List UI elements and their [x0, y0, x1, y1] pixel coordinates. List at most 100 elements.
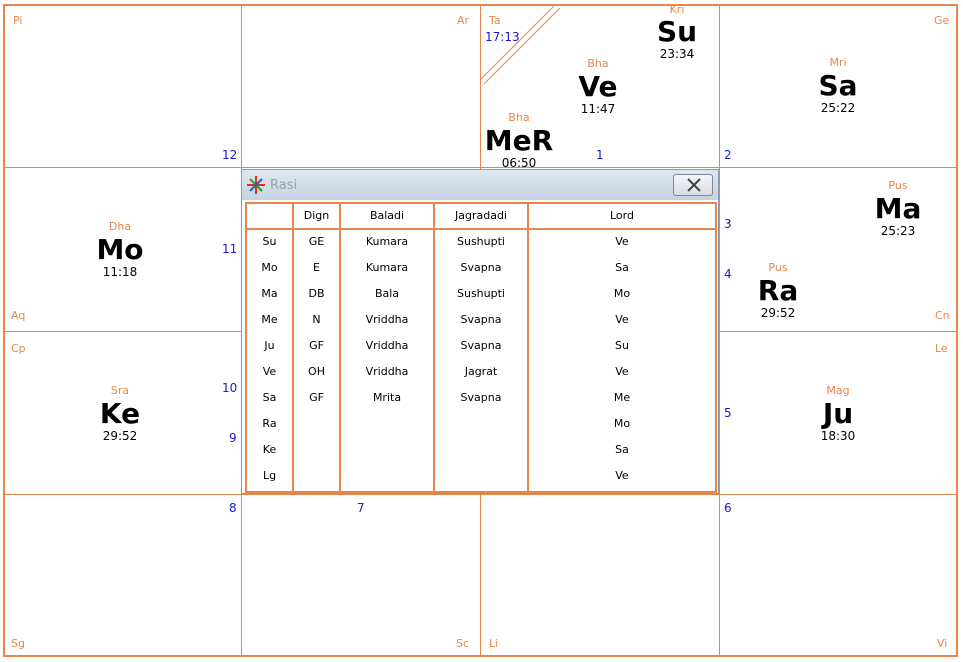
degree-mer: 06:50: [501, 156, 537, 170]
table-cell-dignity: GE: [308, 235, 325, 248]
grid-line: [719, 331, 958, 332]
table-cell-planet: Ra: [262, 417, 277, 430]
table-cell-planet: Su: [262, 235, 277, 248]
degree-su: 23:34: [659, 47, 695, 61]
table-cell-lord: Mo: [613, 287, 631, 300]
degree-ra: 29:52: [760, 306, 796, 320]
table-cell-lord: Ve: [615, 365, 629, 378]
column-header-baladi[interactable]: Baladi: [341, 209, 433, 222]
grid-line: [241, 167, 719, 168]
house-number-3: 3: [724, 217, 732, 231]
table-cell-planet: Mo: [261, 261, 278, 274]
planet-ma[interactable]: Ma: [853, 192, 943, 225]
sign-label-le: Le: [935, 342, 948, 355]
house-number-4: 4: [724, 267, 732, 281]
table-cell-dignity: GF: [309, 391, 324, 404]
dialog-title: Rasi: [270, 178, 298, 193]
table-cell-jagradadi: Jagrat: [464, 365, 498, 378]
planet-mo[interactable]: Mo: [75, 233, 165, 266]
planet-ve[interactable]: Ve: [553, 70, 643, 103]
table-cell-lord: Ve: [615, 469, 629, 482]
nakshatra-ve: Bha: [587, 57, 609, 70]
dialog-titlebar[interactable]: Rasi: [242, 170, 718, 200]
planet-su[interactable]: Su: [632, 15, 722, 48]
degree-ma: 25:23: [880, 224, 916, 238]
sign-label-ge: Ge: [934, 14, 950, 27]
table-cell-baladi: Vriddha: [365, 339, 409, 352]
table-cell-dignity: N: [312, 313, 321, 326]
nakshatra-ju: Mag: [826, 384, 850, 397]
planet-ke[interactable]: Ke: [75, 397, 165, 430]
table-cell-baladi: Vriddha: [365, 313, 409, 326]
table-cell-lord: Ve: [615, 235, 629, 248]
degree-ke: 29:52: [102, 429, 138, 443]
rasi-table: Dign Baladi Jagradadi Lord Su GE Kumara Sushupt…: [245, 202, 717, 493]
table-cell-planet: Ma: [261, 287, 278, 300]
planet-sa[interactable]: Sa: [793, 69, 883, 102]
grid-line: [3, 167, 241, 168]
nakshatra-mo: Dha: [108, 220, 132, 233]
sign-label-sg: Sg: [11, 637, 25, 650]
planet-mer[interactable]: MeR: [474, 124, 564, 157]
sign-label-sc: Sc: [456, 637, 470, 650]
table-cell-planet: Ju: [264, 339, 275, 352]
sign-label-pi: Pi: [13, 14, 23, 27]
degree-mo: 11:18: [102, 265, 138, 279]
sign-label-cn: Cn: [935, 309, 950, 322]
column-header-lord[interactable]: Lord: [529, 209, 715, 222]
table-cell-jagradadi: Svapna: [460, 261, 502, 274]
degree-ju: 18:30: [820, 429, 856, 443]
nakshatra-sa: Mri: [829, 56, 847, 69]
house-number-5: 5: [724, 406, 732, 420]
table-cell-jagradadi: Sushupti: [457, 287, 505, 300]
sign-label-aq: Aq: [11, 309, 26, 322]
nakshatra-mer: Bha: [508, 111, 530, 124]
close-button[interactable]: [673, 174, 713, 196]
house-number-12: 12: [222, 148, 238, 162]
table-cell-planet: Sa: [262, 391, 277, 404]
table-cell-dignity: E: [313, 261, 320, 274]
grid-line: [3, 331, 241, 332]
house-number-6: 6: [724, 501, 732, 515]
app-cross-icon: [247, 176, 265, 194]
rasi-dialog: Rasi Dign Baladi Jagradadi Lord Su GE Kumara Su…: [241, 169, 719, 494]
grid-line: [719, 167, 958, 168]
table-cell-lord: Sa: [615, 261, 629, 274]
nakshatra-ke: Sra: [110, 384, 130, 397]
nakshatra-ra: Pus: [768, 261, 788, 274]
sign-label-ar: Ar: [457, 14, 470, 27]
planet-ju[interactable]: Ju: [793, 397, 883, 430]
nakshatra-ma: Pus: [888, 179, 908, 192]
planet-ra[interactable]: Ra: [733, 274, 823, 307]
house-number-11: 11: [222, 242, 238, 256]
grid-line: [480, 494, 481, 657]
table-cell-dignity: OH: [308, 365, 325, 378]
sign-label-cp: Cp: [11, 342, 26, 355]
house-number-8: 8: [229, 501, 237, 515]
house-number-2: 2: [724, 148, 732, 162]
table-cell-planet: Ke: [262, 443, 277, 456]
table-cell-baladi: Kumara: [365, 235, 409, 248]
close-icon: [687, 178, 701, 192]
degree-ve: 11:47: [580, 102, 616, 116]
sign-label-ta: Ta: [489, 14, 501, 27]
table-cell-planet: Ve: [262, 365, 277, 378]
column-header-jagradadi[interactable]: Jagradadi: [435, 209, 527, 222]
table-cell-jagradadi: Svapna: [460, 339, 502, 352]
table-cell-lord: Su: [615, 339, 629, 352]
table-cell-dignity: DB: [308, 287, 325, 300]
house-number-9: 9: [229, 431, 237, 445]
table-cell-lord: Mo: [613, 417, 631, 430]
table-cell-jagradadi: Svapna: [460, 391, 502, 404]
table-cell-planet: Lg: [262, 469, 277, 482]
table-cell-jagradadi: Svapna: [460, 313, 502, 326]
sign-label-li: Li: [489, 637, 499, 650]
house-number-10: 10: [222, 381, 238, 395]
table-cell-jagradadi: Sushupti: [457, 235, 505, 248]
table-cell-lord: Sa: [615, 443, 629, 456]
table-header-divider: [247, 228, 715, 230]
column-header-dignity[interactable]: Dign: [294, 209, 339, 222]
table-cell-planet: Me: [261, 313, 278, 326]
table-cell-baladi: Vriddha: [365, 365, 409, 378]
house-number-1: 1: [596, 148, 604, 162]
